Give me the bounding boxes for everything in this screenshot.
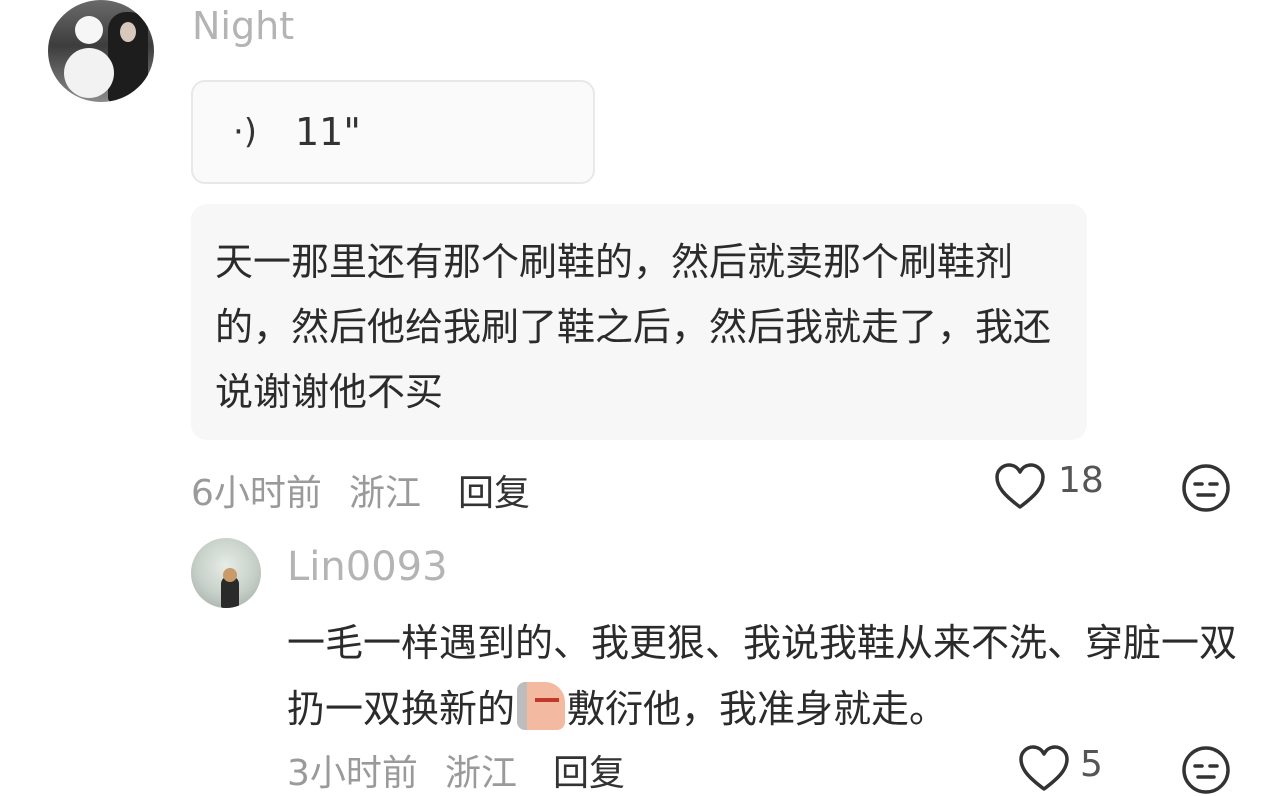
like-count: 18: [1058, 460, 1104, 501]
reply-text-after: 敷衍他，我准身就走。: [567, 687, 948, 731]
avatar-lin0093[interactable]: [191, 538, 261, 608]
avatar-face: [120, 22, 136, 42]
comment-location: 浙江: [349, 473, 422, 514]
peeking-sticker-icon: [517, 682, 566, 730]
reply-heart-icon[interactable]: [1018, 744, 1070, 794]
avatar-night[interactable]: [48, 0, 154, 102]
avatar-figure-head: [223, 568, 237, 582]
avatar-snowman-body: [64, 48, 114, 98]
reply-meh-face-icon[interactable]: [1180, 744, 1232, 796]
reply-text: 一毛一样遇到的、我更狠、我说我鞋从来不洗、穿脏一双扔一双换新的 敷衍他，我准身就走…: [287, 610, 1247, 742]
voice-duration: 11": [295, 110, 361, 154]
reply-location: 浙江: [445, 753, 518, 794]
voice-transcript-bubble: 天一那里还有那个刷鞋的，然后就卖那个刷鞋剂的，然后他给我刷了鞋之后，然后我就走了…: [191, 204, 1087, 440]
avatar-snowman-head: [75, 16, 103, 44]
meh-face-icon[interactable]: [1180, 462, 1232, 514]
reply-reply-button[interactable]: 回复: [553, 744, 625, 796]
heart-icon[interactable]: [994, 462, 1046, 512]
voice-message[interactable]: ·) 11": [191, 80, 595, 184]
comment-time: 6小时前: [191, 473, 322, 514]
comment-reply-button[interactable]: 回复: [458, 464, 530, 516]
comment-username[interactable]: Night: [192, 4, 294, 48]
voice-transcript-text: 天一那里还有那个刷鞋的，然后就卖那个刷鞋剂的，然后他给我刷了鞋之后，然后我就走了…: [215, 240, 1052, 414]
reply-username[interactable]: Lin0093: [287, 544, 448, 590]
voice-wave-icon: ·): [233, 112, 258, 152]
reply-like-count: 5: [1080, 744, 1103, 785]
reply-time: 3小时前: [287, 753, 418, 794]
